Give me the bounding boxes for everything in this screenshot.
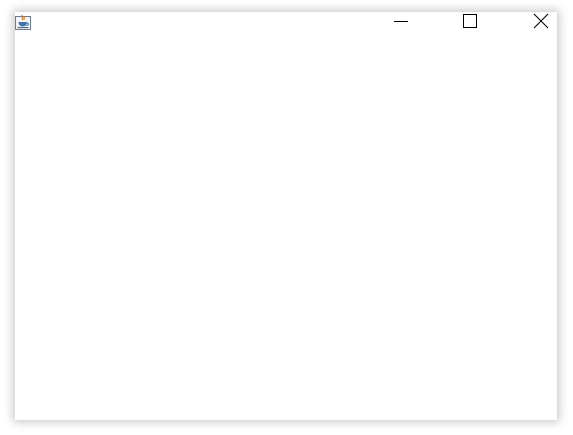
minimize-icon — [393, 13, 409, 34]
close-button[interactable] — [518, 12, 564, 34]
app-window — [15, 12, 557, 420]
java-coffee-cup-icon[interactable] — [14, 13, 32, 31]
window-content-area — [15, 34, 557, 420]
close-icon — [533, 13, 549, 34]
title-bar[interactable] — [15, 12, 557, 34]
maximize-icon — [462, 13, 478, 34]
maximize-button[interactable] — [447, 12, 493, 34]
minimize-button[interactable] — [378, 12, 424, 34]
